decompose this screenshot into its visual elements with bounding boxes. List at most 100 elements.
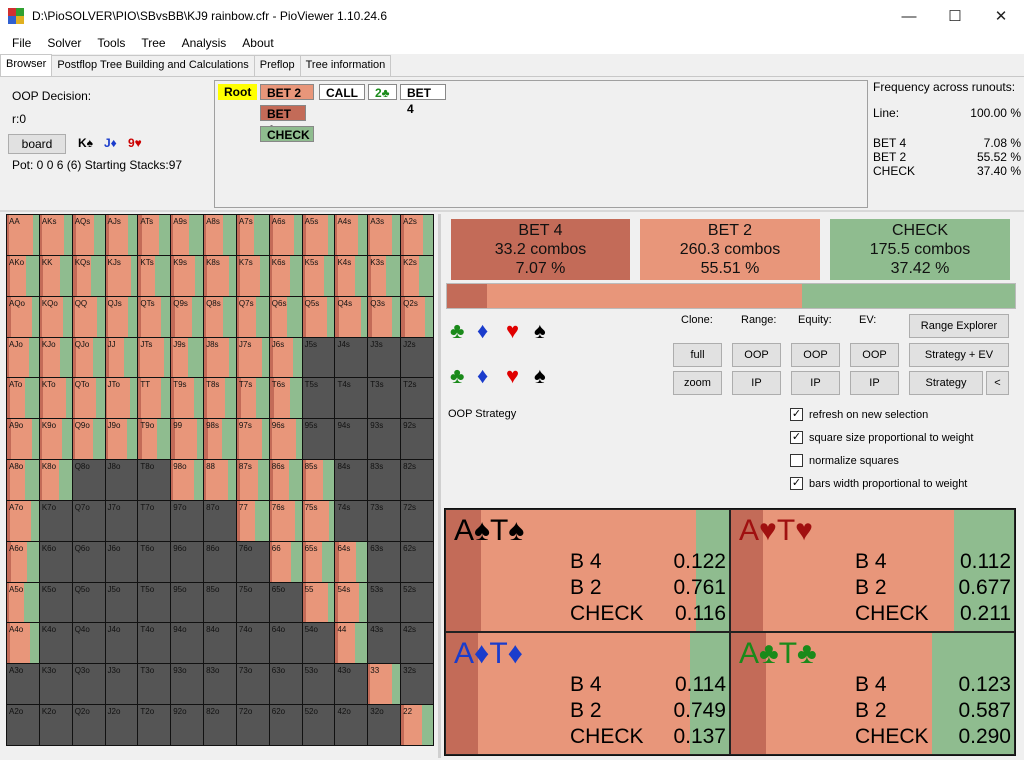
hand-cell-k3s[interactable]: K3s — [368, 255, 401, 296]
hand-cell-j4s[interactable]: J4s — [335, 337, 368, 378]
hand-cell-j8o[interactable]: J8o — [105, 460, 138, 500]
hand-cell-k3o[interactable]: K3o — [39, 664, 72, 705]
hand-cell-66[interactable]: 66 — [269, 541, 302, 582]
hand-cell-54o[interactable]: 54o — [302, 623, 335, 664]
hand-cell-93o[interactable]: 93o — [171, 664, 204, 705]
hand-cell-jto[interactable]: JTo — [105, 378, 138, 419]
tree-node-bet4-right[interactable]: BET 4 — [400, 84, 446, 116]
spade-filter-icon[interactable]: ♠ — [534, 363, 546, 389]
hand-cell-j6s[interactable]: J6s — [269, 337, 302, 378]
clone-full-button[interactable]: full — [673, 343, 722, 367]
hand-cell-63o[interactable]: 63o — [269, 664, 302, 705]
hand-cell-qq[interactable]: QQ — [72, 296, 105, 337]
hand-cell-aa[interactable]: AA — [7, 215, 39, 255]
hand-cell-98s[interactable]: 98s — [204, 419, 236, 460]
maximize-button[interactable]: ☐ — [932, 0, 978, 32]
hand-cell-84s[interactable]: 84s — [335, 460, 368, 500]
menu-about[interactable]: About — [234, 36, 281, 50]
hand-cell-95s[interactable]: 95s — [302, 419, 335, 460]
hand-cell-97o[interactable]: 97o — [171, 500, 204, 541]
hand-cell-jj[interactable]: JJ — [105, 337, 138, 378]
hand-cell-j6o[interactable]: J6o — [105, 541, 138, 582]
hand-cell-t2o[interactable]: T2o — [138, 705, 171, 745]
hand-cell-j2o[interactable]: J2o — [105, 705, 138, 745]
hand-cell-j9s[interactable]: J9s — [171, 337, 204, 378]
hand-cell-94o[interactable]: 94o — [171, 623, 204, 664]
hand-cell-t4s[interactable]: T4s — [335, 378, 368, 419]
checkbox-box[interactable]: ✓ — [790, 408, 803, 421]
hand-cell-64s[interactable]: 64s — [335, 541, 368, 582]
combo-cell[interactable]: A♥T♥ B 4 0.112 B 2 0.677 CHECK 0.211 — [730, 509, 1015, 632]
hand-cell-k8o[interactable]: K8o — [39, 460, 72, 500]
club-filter-icon[interactable]: ♣ — [450, 318, 464, 344]
action-box-bet4[interactable]: BET 4 33.2 combos 7.07 % — [451, 219, 630, 280]
hand-cell-43s[interactable]: 43s — [368, 623, 401, 664]
hand-cell-98o[interactable]: 98o — [171, 460, 204, 500]
range-oop-button[interactable]: OOP — [732, 343, 781, 367]
hand-cell-j5o[interactable]: J5o — [105, 582, 138, 623]
hand-cell-76s[interactable]: 76s — [269, 500, 302, 541]
hand-cell-83o[interactable]: 83o — [204, 664, 236, 705]
hand-cell-ato[interactable]: ATo — [7, 378, 39, 419]
tab-browser[interactable]: Browser — [0, 54, 53, 76]
hand-cell-q4s[interactable]: Q4s — [335, 296, 368, 337]
hand-cell-73o[interactable]: 73o — [236, 664, 269, 705]
hand-cell-k8s[interactable]: K8s — [204, 255, 236, 296]
tab-tree-information[interactable]: Tree information — [299, 55, 392, 76]
hand-cell-j4o[interactable]: J4o — [105, 623, 138, 664]
hand-cell-t7o[interactable]: T7o — [138, 500, 171, 541]
hand-cell-a3s[interactable]: A3s — [368, 215, 401, 255]
hand-cell-t9o[interactable]: T9o — [138, 419, 171, 460]
hand-cell-q7o[interactable]: Q7o — [72, 500, 105, 541]
hand-cell-a6o[interactable]: A6o — [7, 541, 39, 582]
hand-cell-k7o[interactable]: K7o — [39, 500, 72, 541]
hand-cell-q5o[interactable]: Q5o — [72, 582, 105, 623]
hand-cell-t3s[interactable]: T3s — [368, 378, 401, 419]
combo-cell[interactable]: A♣T♣ B 4 0.123 B 2 0.587 CHECK 0.290 — [730, 632, 1015, 755]
hand-cell-54s[interactable]: 54s — [335, 582, 368, 623]
combo-cell[interactable]: A♦T♦ B 4 0.114 B 2 0.749 CHECK 0.137 — [445, 632, 730, 755]
hand-cell-75o[interactable]: 75o — [236, 582, 269, 623]
hand-cell-73s[interactable]: 73s — [368, 500, 401, 541]
hand-cell-jts[interactable]: JTs — [138, 337, 171, 378]
hand-cell-t5s[interactable]: T5s — [302, 378, 335, 419]
hand-cell-q8o[interactable]: Q8o — [72, 460, 105, 500]
strategy-ev-button[interactable]: Strategy + EV — [909, 343, 1009, 367]
hand-cell-a4o[interactable]: A4o — [7, 623, 39, 664]
hand-cell-96s[interactable]: 96s — [269, 419, 302, 460]
hand-cell-kts[interactable]: KTs — [138, 255, 171, 296]
hand-cell-k2o[interactable]: K2o — [39, 705, 72, 745]
tree-node-card[interactable]: 2♣ — [368, 84, 397, 100]
hand-cell-ats[interactable]: ATs — [138, 215, 171, 255]
hand-cell-k2s[interactable]: K2s — [401, 255, 433, 296]
tree-node-call[interactable]: CALL — [319, 84, 365, 100]
hand-cell-83s[interactable]: 83s — [368, 460, 401, 500]
hand-cell-ajs[interactable]: AJs — [105, 215, 138, 255]
hand-cell-j9o[interactable]: J9o — [105, 419, 138, 460]
diamond-filter-icon[interactable]: ♦ — [477, 318, 488, 344]
hand-cell-k9o[interactable]: K9o — [39, 419, 72, 460]
hand-cell-52s[interactable]: 52s — [401, 582, 433, 623]
hand-cell-q7s[interactable]: Q7s — [236, 296, 269, 337]
range-ip-button[interactable]: IP — [732, 371, 781, 395]
hand-cell-kqs[interactable]: KQs — [72, 255, 105, 296]
menu-solver[interactable]: Solver — [39, 36, 89, 50]
ev-oop-button[interactable]: OOP — [850, 343, 899, 367]
hand-cell-q8s[interactable]: Q8s — [204, 296, 236, 337]
hand-cell-q2o[interactable]: Q2o — [72, 705, 105, 745]
hand-cell-q6s[interactable]: Q6s — [269, 296, 302, 337]
hand-cell-q9o[interactable]: Q9o — [72, 419, 105, 460]
spade-filter-icon[interactable]: ♠ — [534, 318, 546, 344]
hand-cell-q9s[interactable]: Q9s — [171, 296, 204, 337]
hand-cell-j3o[interactable]: J3o — [105, 664, 138, 705]
hand-cell-65s[interactable]: 65s — [302, 541, 335, 582]
hand-cell-92o[interactable]: 92o — [171, 705, 204, 745]
hand-cell-q2s[interactable]: Q2s — [401, 296, 433, 337]
hand-cell-82s[interactable]: 82s — [401, 460, 433, 500]
hand-cell-tt[interactable]: TT — [138, 378, 171, 419]
checkbox-bars-width[interactable]: ✓ bars width proportional to weight — [790, 477, 967, 490]
hand-cell-q6o[interactable]: Q6o — [72, 541, 105, 582]
clone-zoom-button[interactable]: zoom — [673, 371, 722, 395]
hand-cell-42s[interactable]: 42s — [401, 623, 433, 664]
hand-cell-55[interactable]: 55 — [302, 582, 335, 623]
